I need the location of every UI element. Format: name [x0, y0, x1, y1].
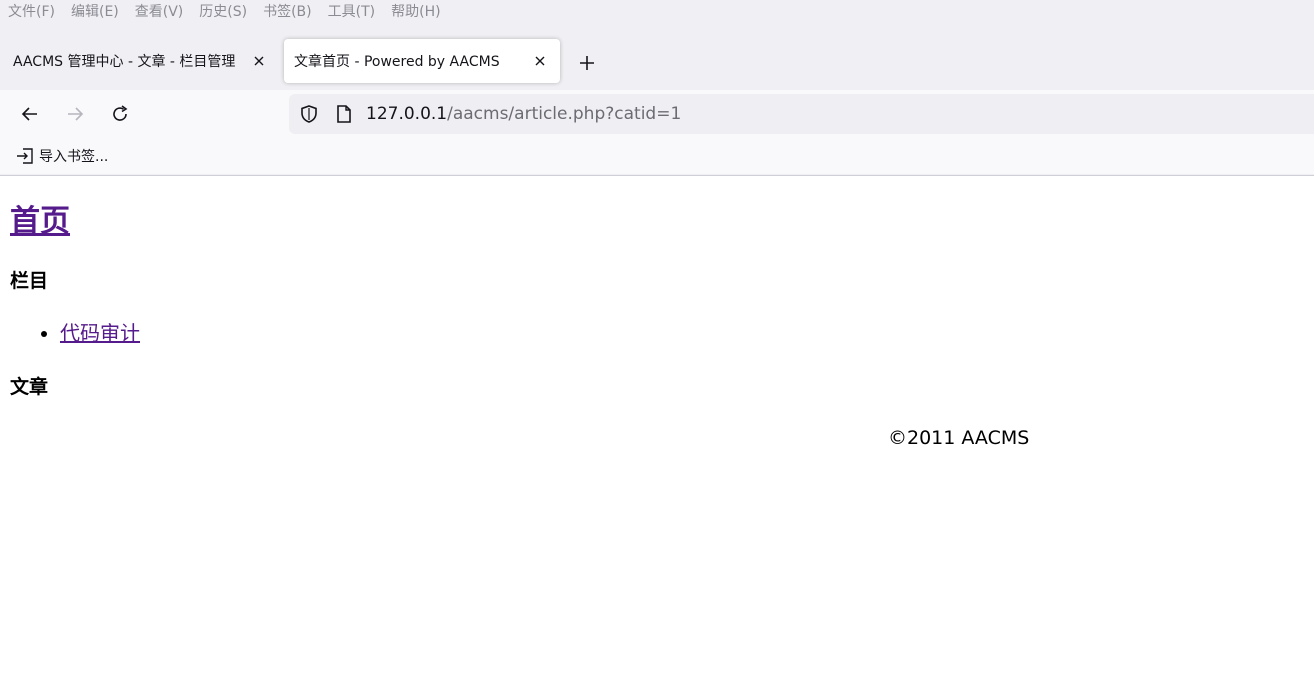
url-text[interactable]: 127.0.0.1/aacms/article.php?catid=1: [366, 103, 681, 125]
url-bar[interactable]: 127.0.0.1/aacms/article.php?catid=1: [289, 94, 1314, 134]
page-icon[interactable]: [335, 104, 353, 128]
footer-copyright: ©2011 AACMS: [888, 427, 1030, 449]
forward-arrow-icon[interactable]: [59, 98, 91, 130]
menu-edit[interactable]: 编辑(E): [71, 2, 119, 22]
page-content: 首页 栏目 代码审计 文章 ©2011 AACMS: [0, 176, 1314, 674]
categories-heading: 栏目: [10, 270, 49, 292]
menu-tools[interactable]: 工具(T): [328, 2, 375, 22]
articles-heading: 文章: [10, 376, 49, 398]
url-host: 127.0.0.1: [366, 104, 448, 124]
new-tab-plus-icon[interactable]: [572, 48, 602, 78]
import-bookmarks-label: 导入书签...: [39, 149, 109, 165]
home-heading: 首页: [10, 202, 70, 242]
bookmarks-toolbar: 导入书签...: [0, 138, 1314, 174]
tab-strip: AACMS 管理中心 - 文章 - 栏目管理 文章首页 - Powered by…: [0, 36, 1314, 88]
back-arrow-icon[interactable]: [14, 98, 46, 130]
menu-view[interactable]: 查看(V): [135, 2, 184, 22]
close-icon[interactable]: [247, 49, 271, 73]
close-icon[interactable]: [528, 49, 552, 73]
import-bookmarks-button[interactable]: 导入书签...: [16, 146, 108, 166]
category-link[interactable]: 代码审计: [60, 321, 140, 345]
navigation-bar: 127.0.0.1/aacms/article.php?catid=1: [0, 90, 1314, 138]
menu-help[interactable]: 帮助(H): [391, 2, 440, 22]
menu-bookmarks[interactable]: 书签(B): [263, 2, 312, 22]
tab-title: 文章首页 - Powered by AACMS: [294, 54, 500, 70]
url-path: /aacms/article.php?catid=1: [447, 104, 682, 124]
reload-icon[interactable]: [104, 98, 136, 130]
import-icon: [17, 148, 33, 164]
menu-bar: 文件(F) 编辑(E) 查看(V) 历史(S) 书签(B) 工具(T) 帮助(H…: [0, 0, 1314, 24]
category-list: 代码审计: [0, 319, 140, 347]
browser-chrome: 文件(F) 编辑(E) 查看(V) 历史(S) 书签(B) 工具(T) 帮助(H…: [0, 0, 1314, 176]
shield-icon[interactable]: [299, 104, 319, 128]
tab-article-home[interactable]: 文章首页 - Powered by AACMS: [284, 39, 560, 83]
home-link[interactable]: 首页: [10, 204, 70, 239]
list-item: 代码审计: [60, 319, 140, 347]
tab-admin-center[interactable]: AACMS 管理中心 - 文章 - 栏目管理: [0, 39, 276, 83]
tab-title: AACMS 管理中心 - 文章 - 栏目管理: [13, 54, 236, 70]
menu-file[interactable]: 文件(F): [8, 2, 55, 22]
menu-history[interactable]: 历史(S): [199, 2, 247, 22]
